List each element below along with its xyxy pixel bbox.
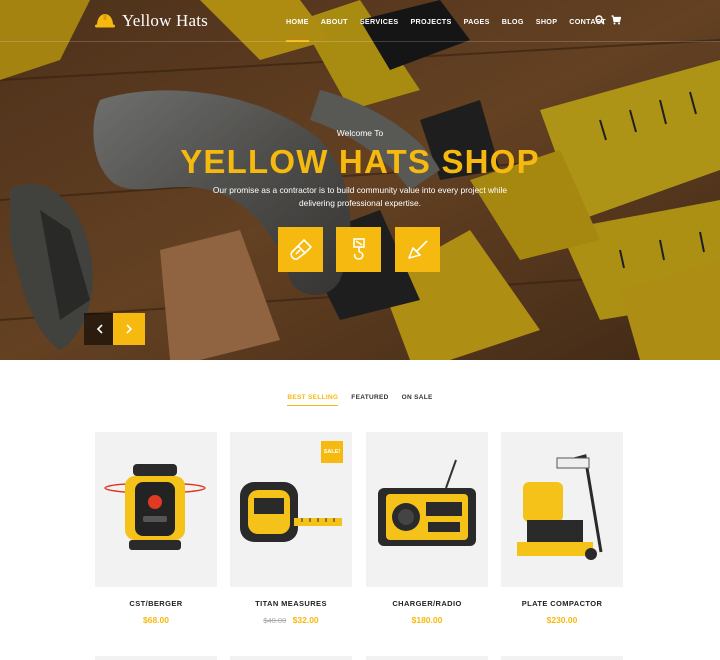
nav-item-home[interactable]: HOME — [280, 0, 315, 42]
paint-brush-icon — [289, 238, 312, 260]
tab-best-selling[interactable]: BEST SELLING — [287, 394, 339, 406]
product-price-row: $68.00 — [95, 615, 217, 625]
site-header: Yellow Hats HOME ABOUT SERVICES PROJECTS… — [0, 0, 720, 42]
feature-paint-brush[interactable] — [278, 227, 323, 272]
product-card-next-row — [501, 656, 623, 660]
nav-item-services[interactable]: SERVICES — [354, 0, 405, 42]
slider-next-button[interactable] — [113, 313, 145, 345]
nav-item-about[interactable]: ABOUT — [315, 0, 354, 42]
logo[interactable]: Yellow Hats — [94, 9, 208, 33]
product-tabs: BEST SELLING FEATURED ON SALE — [0, 394, 720, 406]
nav-item-blog[interactable]: BLOG — [496, 0, 530, 42]
product-price-row: $230.00 — [501, 615, 623, 625]
product-image[interactable] — [95, 432, 217, 587]
product-image[interactable]: SALE! — [230, 432, 352, 587]
plate-compactor-image — [517, 454, 603, 560]
product-name[interactable]: CST/BERGER — [95, 599, 217, 608]
slider-prev-button[interactable] — [84, 313, 116, 345]
product-card-next-row — [95, 656, 217, 660]
laser-level-image — [104, 464, 206, 550]
nav-item-projects[interactable]: PROJECTS — [404, 0, 457, 42]
hero-welcome: Welcome To — [336, 128, 384, 138]
product-card-next-row — [230, 656, 352, 660]
hero-description: Our promise as a contractor is to build … — [212, 185, 508, 208]
search-icon[interactable] — [595, 15, 605, 25]
chevron-left-icon — [96, 324, 103, 334]
hard-hat-icon — [95, 14, 115, 28]
feature-crane-hook[interactable] — [336, 227, 381, 272]
main-nav: HOME ABOUT SERVICES PROJECTS PAGES BLOG … — [280, 0, 612, 42]
product-price-row: $40.00 $32.00 — [230, 615, 352, 625]
chevron-right-icon — [126, 324, 133, 334]
product-name[interactable]: PLATE COMPACTOR — [501, 599, 623, 608]
crane-hook-icon — [352, 237, 365, 260]
product-image[interactable] — [366, 432, 488, 587]
hero-title: YELLOW HATS SHOP — [180, 143, 540, 180]
radio-charger-image — [378, 459, 476, 546]
product-card: SALE! TITAN MEASURES $40.00 $32.00 — [230, 432, 352, 625]
trowel-icon — [407, 239, 428, 259]
product-card: PLATE COMPACTOR $230.00 — [501, 432, 623, 625]
product-name[interactable]: TITAN MEASURES — [230, 599, 352, 608]
tab-on-sale[interactable]: ON SALE — [402, 394, 433, 406]
header-divider — [0, 41, 720, 42]
tab-featured[interactable]: FEATURED — [351, 394, 388, 406]
brand-name: Yellow Hats — [122, 11, 208, 30]
sale-badge: SALE! — [321, 441, 343, 463]
product-card-next-row — [366, 656, 488, 660]
product-price: $68.00 — [143, 615, 169, 625]
feature-trowel[interactable] — [395, 227, 440, 272]
product-name[interactable]: CHARGER/RADIO — [366, 599, 488, 608]
product-price: $230.00 — [546, 615, 578, 625]
product-card: CST/BERGER $68.00 — [95, 432, 217, 625]
product-price: $180.00 — [411, 615, 443, 625]
product-image[interactable] — [501, 432, 623, 587]
product-card: CHARGER/RADIO $180.00 — [366, 432, 488, 625]
nav-item-shop[interactable]: SHOP — [530, 0, 564, 42]
nav-item-pages[interactable]: PAGES — [458, 0, 496, 42]
product-old-price: $40.00 — [263, 616, 287, 625]
product-price-row: $180.00 — [366, 615, 488, 625]
product-price: $32.00 — [292, 615, 319, 625]
cart-icon[interactable] — [611, 15, 621, 25]
